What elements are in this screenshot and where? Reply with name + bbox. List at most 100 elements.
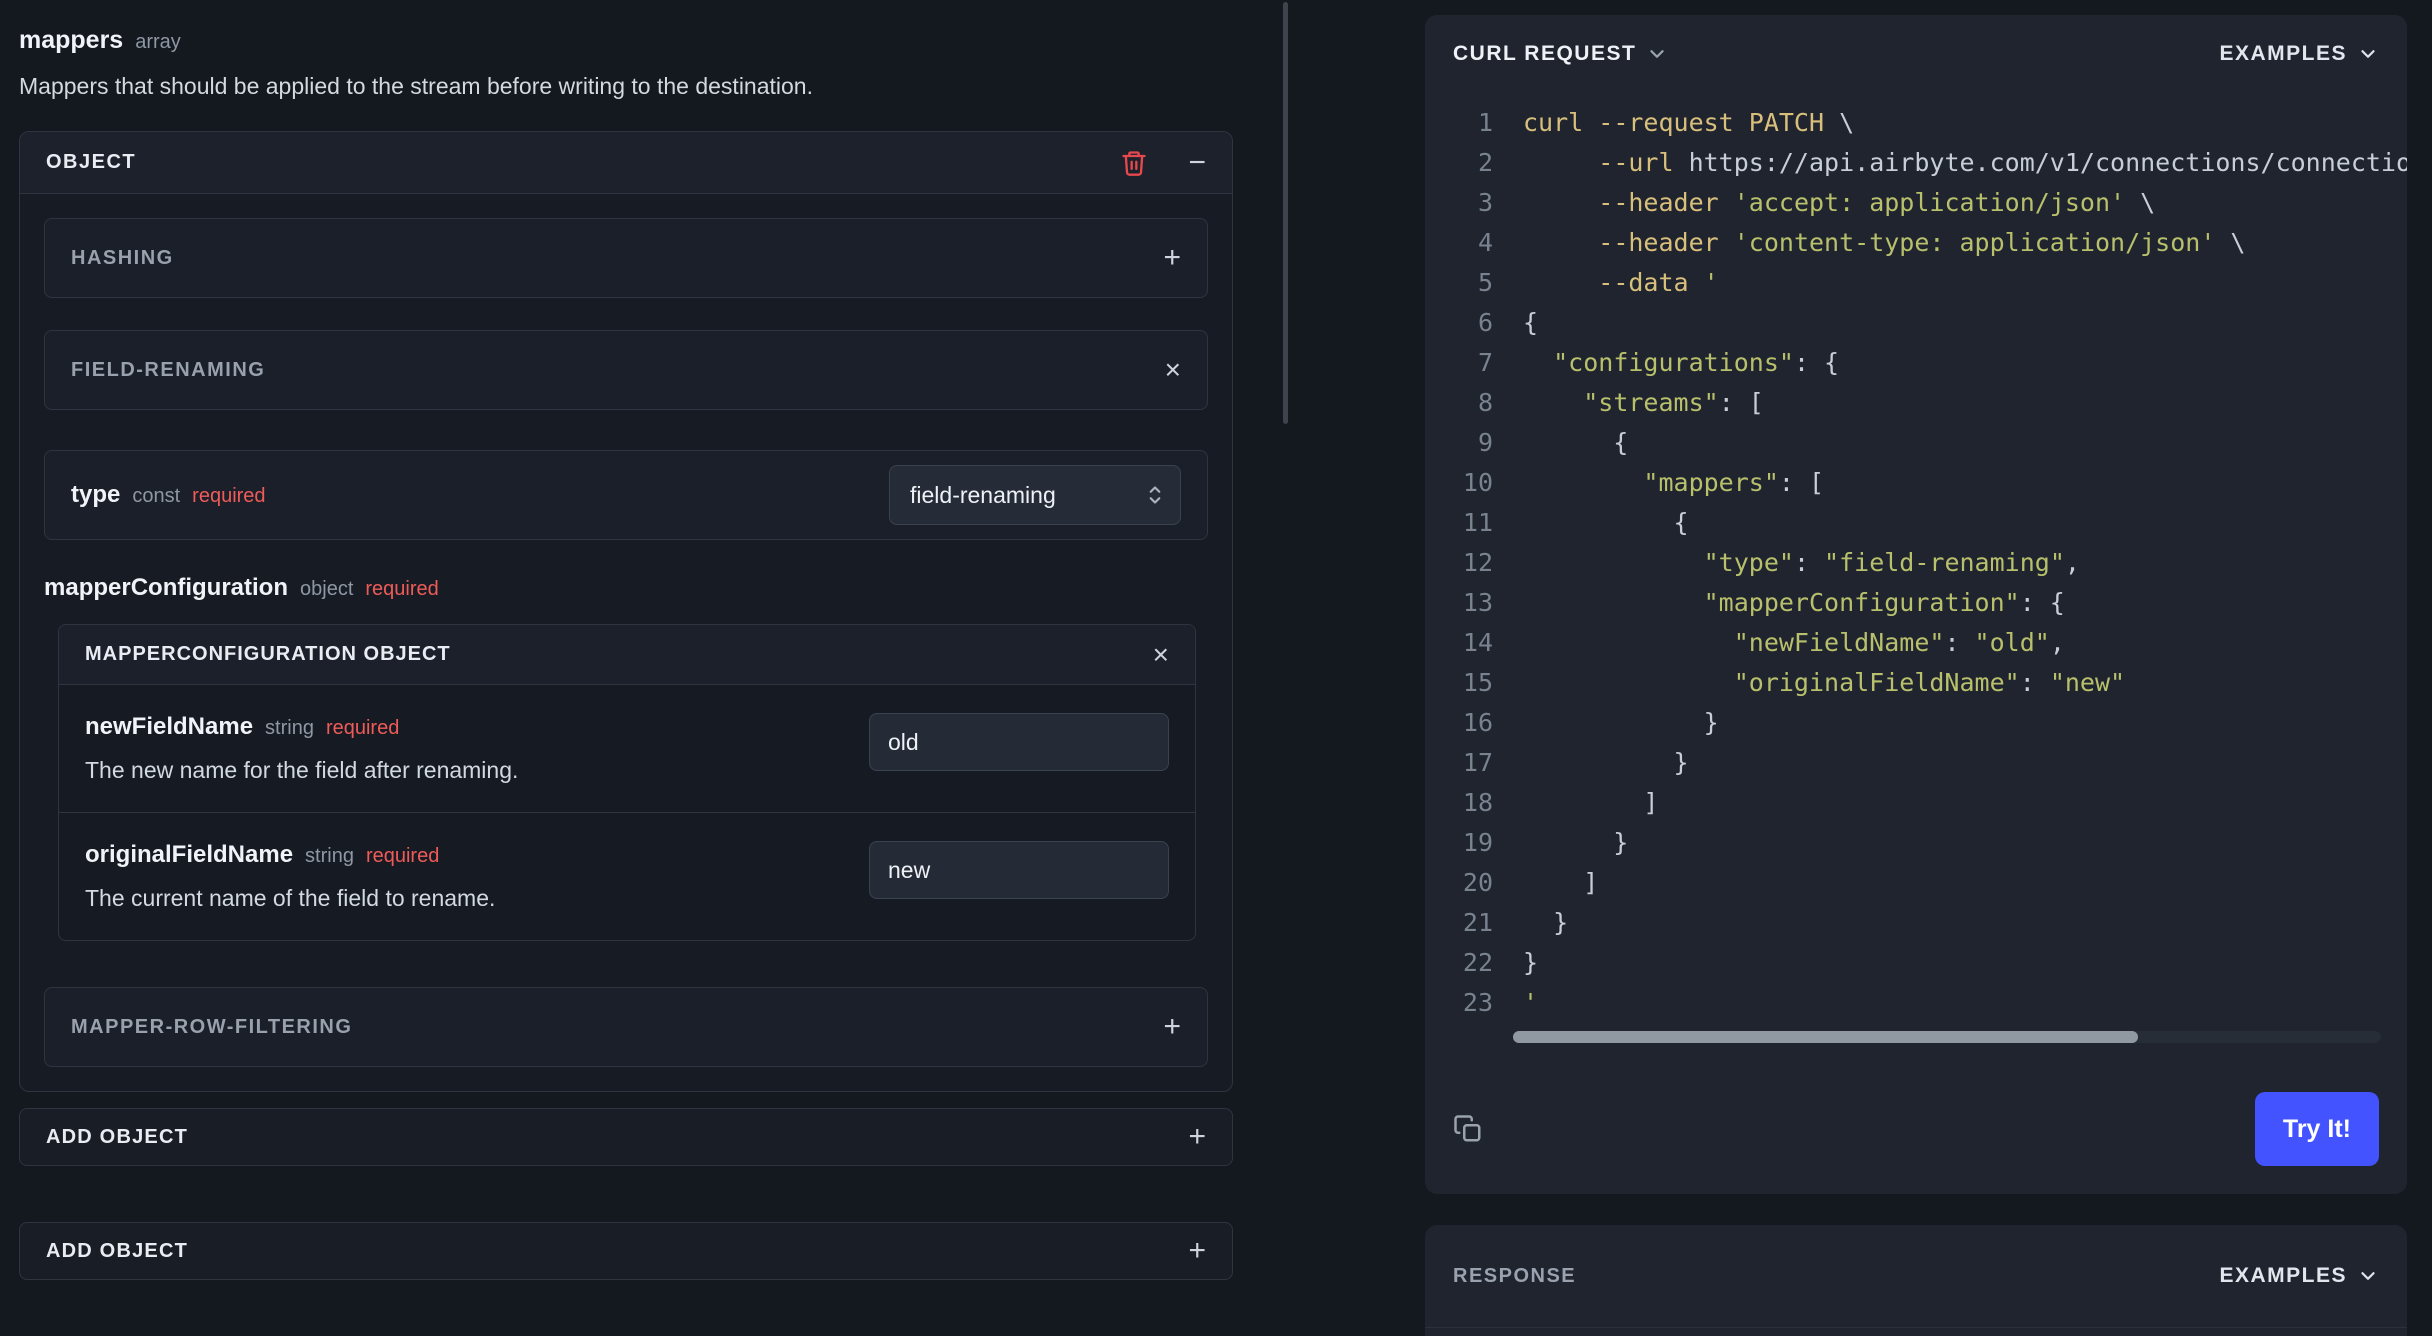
field-header: mappers array [19,26,1233,55]
response-header: RESPONSE EXAMPLES [1425,1225,2407,1328]
line-number: 13 [1462,588,1493,617]
add-object-label: ADD OBJECT [46,1239,189,1262]
mapper-configuration-card-header: MAPPERCONFIGURATION OBJECT × [59,625,1195,685]
field-description: The new name for the field after renamin… [85,757,519,783]
newFieldName-input[interactable] [869,713,1169,771]
property-name: originalFieldName [85,841,294,868]
close-mapper-configuration-button[interactable]: × [1153,640,1169,669]
collapse-object-button[interactable]: − [1188,147,1206,178]
add-object-button[interactable]: ADD OBJECT + [19,1108,1233,1166]
property-name: type [71,481,121,508]
line-number: 7 [1477,348,1493,377]
curl-request-title: CURL REQUEST [1453,42,1637,65]
plus-icon: + [1188,1234,1206,1267]
line-number: 22 [1462,948,1493,977]
close-field-renaming-button[interactable]: × [1165,356,1181,384]
code-line: 14 "newFieldName": "old", [1425,623,2407,663]
code-line: 16 } [1425,703,2407,743]
required-badge: required [365,578,439,600]
try-it-button[interactable]: Try It! [2254,1092,2379,1166]
code-line: 7 "configurations": { [1425,343,2407,383]
curl-request-header: CURL REQUEST EXAMPLES [1425,15,2407,93]
required-badge: required [365,845,440,867]
originalFieldName-input[interactable] [869,841,1169,899]
code-line: 2 --url https://api.airbyte.com/v1/conne… [1425,143,2407,183]
property-kind: string [305,845,354,867]
expand-hashing-button[interactable]: + [1163,243,1181,273]
examples-dropdown[interactable]: EXAMPLES [2219,42,2379,66]
scrollbar-thumb[interactable] [1513,1031,2138,1043]
add-object-button-bottom[interactable]: ADD OBJECT + [19,1222,1233,1280]
line-number: 21 [1462,908,1493,937]
code-text: "mapperConfiguration": { [1703,588,2065,617]
schema-form-panel: mappers array Mappers that should be app… [19,0,1233,1280]
code-text: ' [1523,988,1539,1017]
code-text: ] [1523,868,1599,897]
code-text: } [1523,908,1569,937]
line-number: 12 [1462,548,1493,577]
code-line: 15 "originalFieldName": "new" [1425,663,2407,703]
stepper-icon [1146,481,1164,509]
mapper-configuration-card: MAPPERCONFIGURATION OBJECT × newFieldNam… [58,624,1196,941]
type-property-label: type const required [71,481,266,509]
object-card-header: OBJECT − [20,132,1232,194]
code-text: { [1523,508,1689,537]
field-label: newFieldName string required [85,713,518,741]
code-text: ] [1523,788,1659,817]
code-line: 22} [1425,943,2407,983]
mapper-configuration-card-title: MAPPERCONFIGURATION OBJECT [85,643,451,665]
object-card-title: OBJECT [46,151,137,173]
code-line: 10 "mappers": [ [1425,463,2407,503]
add-object-label: ADD OBJECT [46,1125,189,1148]
field-row-newFieldName: newFieldName string required The new nam… [59,685,1195,812]
property-name: newFieldName [85,713,254,740]
code-line: 4 --header 'content-type: application/js… [1425,223,2407,263]
code-text: --data ' [1598,268,1719,297]
section-field-renaming[interactable]: FIELD-RENAMING × [44,330,1208,410]
code-line: 23 ' [1425,983,2407,1023]
object-card-actions: − [1120,147,1206,178]
mapper-row-filtering-title: MAPPER-ROW-FILTERING [71,1015,353,1038]
property-kind: const [132,485,181,507]
property-kind: object [300,578,354,600]
code-line: 1 curl --request PATCH \ [1425,103,2407,143]
response-card: RESPONSE EXAMPLES [1425,1225,2407,1336]
field-description: Mappers that should be applied to the st… [19,73,813,99]
section-hashing[interactable]: HASHING + [44,218,1208,298]
examples-label: EXAMPLES [2219,1264,2347,1287]
code-block[interactable]: 1 curl --request PATCH \ 2 --url https://a… [1425,93,2407,1023]
code-text: --header 'content-type: application/json… [1598,228,2246,257]
expand-mapper-row-filtering-button[interactable]: + [1163,1012,1181,1042]
code-text: "mappers": [ [1643,468,1825,497]
type-select[interactable]: field-renaming [889,465,1181,525]
section-mapper-row-filtering[interactable]: MAPPER-ROW-FILTERING + [44,987,1208,1067]
code-text: --header 'accept: application/json' \ [1598,188,2156,217]
field-info: originalFieldName string required The cu… [85,841,495,912]
chevron-down-icon [2357,43,2379,65]
curl-request-dropdown[interactable]: CURL REQUEST [1453,42,1668,66]
line-number: 14 [1462,628,1493,657]
line-number: 16 [1462,708,1493,737]
type-select-value: field-renaming [910,481,1056,508]
required-badge: required [325,717,400,739]
code-line: 9 { [1425,423,2407,463]
field-renaming-title: FIELD-RENAMING [71,358,266,381]
scrollbar-thumb[interactable] [1283,2,1288,424]
code-line: 12 "type": "field-renaming", [1425,543,2407,583]
trash-icon[interactable] [1120,148,1148,178]
code-line: 6{ [1425,303,2407,343]
field-info: newFieldName string required The new nam… [85,713,518,784]
response-title: RESPONSE [1453,1264,1577,1287]
code-line: 17 } [1425,743,2407,783]
code-text: } [1523,828,1629,857]
line-number: 3 [1477,188,1493,217]
line-number: 2 [1477,148,1493,177]
line-number: 10 [1462,468,1493,497]
line-number: 20 [1462,868,1493,897]
code-horizontal-scrollbar[interactable] [1513,1031,2381,1043]
copy-icon[interactable] [1453,1114,1483,1144]
examples-label: EXAMPLES [2219,42,2347,65]
line-number: 5 [1477,268,1493,297]
response-examples-dropdown[interactable]: EXAMPLES [2219,1264,2379,1288]
property-kind: string [265,717,314,739]
